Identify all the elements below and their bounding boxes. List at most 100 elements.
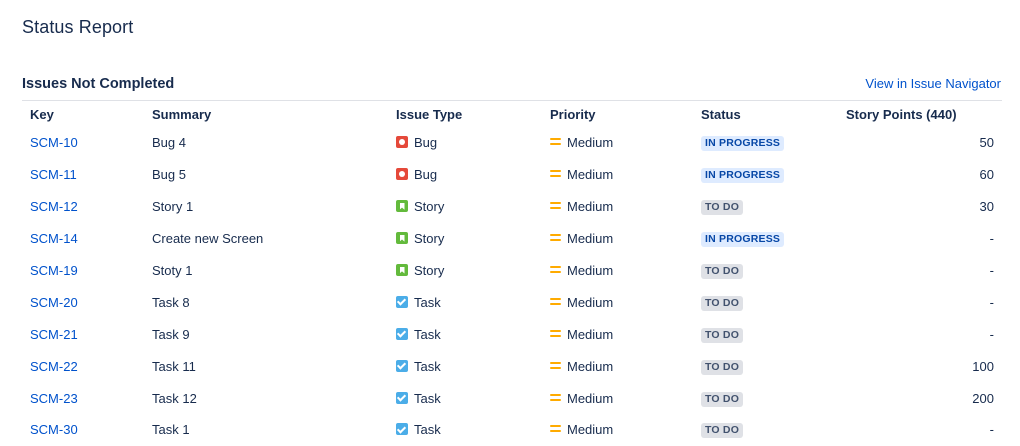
issue-key-cell: SCM-22	[22, 350, 144, 382]
story-points: -	[989, 294, 994, 310]
issue-key-link[interactable]: SCM-10	[30, 135, 78, 150]
story-points: 50	[979, 135, 994, 151]
priority-medium-icon	[550, 329, 561, 338]
priority-cell: Medium	[542, 255, 693, 287]
priority-cell: Medium	[542, 223, 693, 255]
issue-type-label: Story	[414, 199, 445, 215]
priority-medium-icon	[550, 138, 561, 146]
issue-summary: Create new Screen	[152, 231, 264, 247]
issue-key-link[interactable]: SCM-22	[30, 359, 78, 374]
issue-type-cell: Story	[388, 255, 542, 287]
status-cell: IN PROGRESS	[693, 223, 838, 255]
bug-icon	[396, 136, 408, 149]
table-row: SCM-10 Bug 4 Bug Medium IN PROGRESS 50	[22, 127, 1002, 159]
issue-type-cell: Task	[388, 382, 542, 414]
table-row: SCM-20 Task 8 Task Medium TO DO -	[22, 286, 1002, 318]
issue-key-cell: SCM-12	[22, 191, 144, 223]
issue-key-cell: SCM-23	[22, 382, 144, 414]
status-cell: TO DO	[693, 286, 838, 318]
column-header-issue-type[interactable]: Issue Type	[388, 101, 542, 127]
priority-label: Medium	[567, 326, 614, 342]
priority-label: Medium	[567, 263, 614, 278]
priority-label: Medium	[567, 294, 614, 310]
priority-medium-icon	[550, 297, 561, 306]
issue-summary: Task 11	[152, 358, 196, 374]
priority-medium-icon	[550, 170, 561, 178]
table-row: SCM-19 Stoty 1 Story Medium TO DO -	[22, 255, 1002, 287]
issue-key-cell: SCM-30	[22, 414, 144, 446]
issue-key-link[interactable]: SCM-19	[30, 263, 78, 278]
priority-label: Medium	[567, 167, 614, 183]
status-badge: IN PROGRESS	[701, 168, 785, 184]
task-icon	[396, 391, 408, 404]
priority-medium-icon	[550, 202, 561, 210]
issue-summary: Task 1	[152, 422, 190, 438]
issue-key-cell: SCM-21	[22, 318, 144, 350]
story-points: -	[989, 422, 994, 438]
issue-summary: Stoty 1	[152, 263, 193, 278]
story-points: -	[989, 231, 994, 247]
issue-type-label: Bug	[414, 135, 438, 151]
priority-cell: Medium	[542, 127, 693, 159]
issue-key-link[interactable]: SCM-30	[30, 422, 78, 437]
column-header-story-points[interactable]: Story Points (440)	[838, 101, 1002, 127]
status-badge: TO DO	[701, 295, 744, 311]
story-points: 60	[979, 167, 994, 183]
issue-type-cell: Story	[388, 191, 542, 223]
issue-type-cell: Task	[388, 350, 542, 382]
issue-key-link[interactable]: SCM-21	[30, 327, 78, 342]
issue-key-link[interactable]: SCM-20	[30, 295, 78, 310]
priority-cell: Medium	[542, 318, 693, 350]
status-badge: TO DO	[701, 200, 744, 216]
priority-cell: Medium	[542, 382, 693, 414]
status-badge: IN PROGRESS	[701, 232, 785, 248]
column-header-status[interactable]: Status	[693, 101, 838, 127]
issue-type-cell: Task	[388, 414, 542, 446]
status-cell: TO DO	[693, 255, 838, 287]
issue-type-cell: Task	[388, 318, 542, 350]
task-icon	[396, 327, 408, 340]
issue-key-link[interactable]: SCM-11	[30, 167, 77, 182]
table-row: SCM-12 Story 1 Story Medium TO DO 30	[22, 191, 1002, 223]
priority-cell: Medium	[542, 414, 693, 446]
issue-type-label: Task	[414, 358, 441, 374]
issue-type-label: Task	[414, 390, 441, 406]
issue-type-cell: Story	[388, 223, 542, 255]
table-row: SCM-14 Create new Screen Story Medium IN PRO…	[22, 223, 1002, 255]
status-cell: IN PROGRESS	[693, 127, 838, 159]
priority-label: Medium	[567, 390, 614, 406]
view-in-issue-navigator-link[interactable]: View in Issue Navigator	[865, 76, 1001, 91]
priority-cell: Medium	[542, 159, 693, 191]
priority-label: Medium	[567, 199, 614, 215]
priority-label: Medium	[567, 231, 614, 247]
bug-icon	[396, 168, 408, 181]
issue-key-link[interactable]: SCM-23	[30, 391, 78, 406]
issue-type-cell: Task	[388, 286, 542, 318]
priority-medium-icon	[550, 393, 561, 402]
task-icon	[396, 295, 408, 308]
table-row: SCM-11 Bug 5 Bug Medium IN PROGRESS 60	[22, 159, 1002, 191]
column-header-summary[interactable]: Summary	[144, 101, 388, 127]
column-header-key[interactable]: Key	[22, 101, 144, 127]
priority-cell: Medium	[542, 350, 693, 382]
issue-key-cell: SCM-11	[22, 159, 144, 191]
column-header-priority[interactable]: Priority	[542, 101, 693, 127]
priority-medium-icon	[550, 234, 561, 242]
section-header: Issues Not Completed View in Issue Navig…	[22, 74, 1002, 101]
status-badge: TO DO	[701, 391, 744, 407]
issue-type-label: Task	[414, 294, 441, 310]
issue-key-link[interactable]: SCM-14	[30, 231, 78, 246]
issue-key-cell: SCM-20	[22, 286, 144, 318]
priority-cell: Medium	[542, 191, 693, 223]
story-points: 30	[979, 199, 994, 215]
status-cell: TO DO	[693, 318, 838, 350]
issue-type-cell: Bug	[388, 159, 542, 191]
priority-medium-icon	[550, 361, 561, 370]
priority-label: Medium	[567, 422, 614, 438]
story-points: -	[989, 263, 994, 278]
status-badge: IN PROGRESS	[701, 136, 785, 152]
page-title: Status Report	[22, 17, 134, 37]
issue-type-label: Story	[414, 263, 445, 278]
status-cell: TO DO	[693, 350, 838, 382]
issue-key-link[interactable]: SCM-12	[30, 199, 78, 214]
